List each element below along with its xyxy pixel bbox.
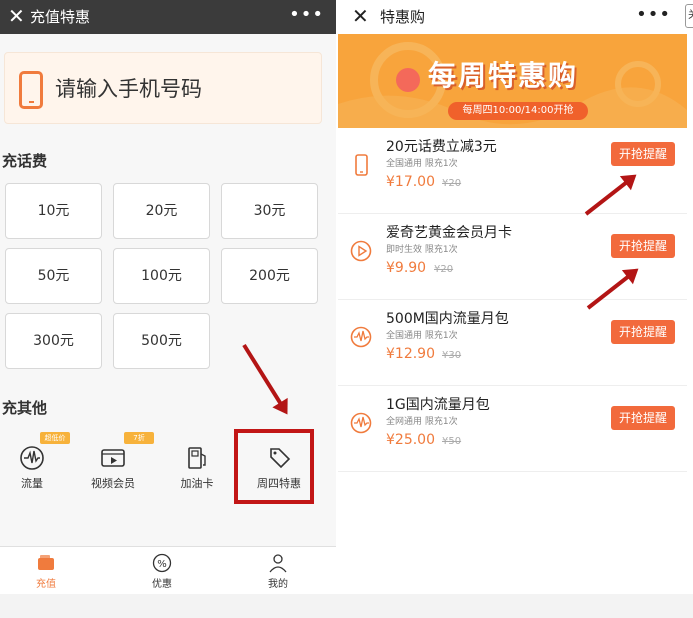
other-item-fuel-card[interactable]: 加油卡 [162,445,232,491]
video-player-icon [100,445,126,471]
user-icon [268,553,288,573]
mobile-phone-icon [19,71,43,109]
phone-input-placeholder: 请输入手机号码 [55,77,202,101]
annotation-arrow [242,343,286,411]
deal-item: 1G国内流量月包 全网通用 限充1次 ¥25.00 ¥50 开抢提醒 [338,386,687,472]
edge-button[interactable]: 关 [685,4,693,28]
system-bottom-strip [0,594,693,618]
more-menu-icon[interactable]: ••• [289,4,324,25]
deal-price: ¥12.90 [386,346,435,362]
remind-me-button[interactable]: 开抢提醒 [611,234,675,258]
deal-desc: 即时生效 限充1次 [386,245,458,255]
amount-option-20[interactable]: 20元 [113,183,210,239]
data-wave-icon [350,326,372,348]
deal-item: 20元话费立减3元 全国通用 限充1次 ¥17.00 ¥20 开抢提醒 [338,128,687,214]
amount-option-200[interactable]: 200元 [221,248,318,304]
deal-name: 20元话费立减3元 [386,139,497,155]
deal-name: 500M国内流量月包 [386,311,509,327]
tab-discount[interactable]: % 优惠 [132,553,192,590]
deal-item: 爱奇艺黄金会员月卡 即时生效 限充1次 ¥9.90 ¥20 开抢提醒 [338,214,687,300]
amount-option-30[interactable]: 30元 [221,183,318,239]
wallet-icon [36,553,56,573]
other-item-label: 视频会员 [91,477,135,490]
amount-option-300[interactable]: 300元 [5,313,102,369]
deal-price: ¥9.90 [386,260,427,276]
other-item-label: 流量 [21,477,43,490]
video-badge: 7折 [124,432,154,444]
page-title: 充值特惠 [30,8,91,26]
tab-mine[interactable]: 我的 [248,553,308,590]
other-item-video-vip[interactable]: 视频会员 [78,445,148,491]
svg-text:%: % [157,559,167,570]
deal-original-price: ¥50 [442,436,462,447]
deal-name: 爱奇艺黄金会员月卡 [386,225,512,241]
phone-icon [350,154,372,176]
topup-section-title: 充话费 [2,152,48,170]
promo-banner: 每周特惠购 每周四10:00/14:00开抢 [338,34,687,128]
tab-label: 我的 [268,579,288,590]
top-nav-bar: ✕ 充值特惠 ••• [0,0,336,34]
recharge-screen: ✕ 充值特惠 ••• 请输入手机号码 充话费 10元 20元 30元 50元 1… [0,0,336,618]
deal-price: ¥17.00 [386,174,435,190]
bottom-tab-bar: 充值 % 优惠 我的 [0,546,336,594]
play-icon [350,240,372,262]
other-item-label: 加油卡 [180,477,214,490]
tab-recharge[interactable]: 充值 [16,553,76,590]
deal-original-price: ¥20 [442,178,462,189]
amount-option-500[interactable]: 500元 [113,313,210,369]
banner-title: 每周特惠购 [428,59,579,92]
annotation-highlight-box [234,429,314,504]
close-icon[interactable]: ✕ [8,4,25,28]
deal-desc: 全国通用 限充1次 [386,159,458,169]
data-wave-icon [19,445,45,471]
remind-me-button[interactable]: 开抢提醒 [611,320,675,344]
close-icon[interactable]: ✕ [352,4,369,28]
other-item-data[interactable]: 流量 [0,445,67,491]
page-title: 特惠购 [380,8,426,26]
banner-subtitle: 每周四10:00/14:00开抢 [448,102,588,120]
remind-me-button[interactable]: 开抢提醒 [611,142,675,166]
top-nav-bar: ✕ 特惠购 ••• 关 [338,0,693,34]
deal-original-price: ¥30 [442,350,462,361]
tab-label: 优惠 [152,579,172,590]
amount-option-10[interactable]: 10元 [5,183,102,239]
flow-badge: 超低价 [40,432,70,444]
deal-desc: 全网通用 限充1次 [386,417,458,427]
amount-option-100[interactable]: 100元 [113,248,210,304]
deal-original-price: ¥20 [434,264,454,275]
weekly-deal-screen: ✕ 特惠购 ••• 关 每周特惠购 每周四10:00/14:00开抢 20元话费… [338,0,693,618]
amount-option-50[interactable]: 50元 [5,248,102,304]
remind-me-button[interactable]: 开抢提醒 [611,406,675,430]
other-section-title: 充其他 [2,399,48,417]
tab-label: 充值 [36,579,56,590]
deal-item: 500M国内流量月包 全国通用 限充1次 ¥12.90 ¥30 开抢提醒 [338,300,687,386]
fuel-pump-icon [184,445,210,471]
deal-desc: 全国通用 限充1次 [386,331,458,341]
deal-name: 1G国内流量月包 [386,397,490,413]
data-wave-icon [350,412,372,434]
phone-number-input[interactable]: 请输入手机号码 [4,52,322,124]
more-menu-icon[interactable]: ••• [636,4,671,25]
percent-icon: % [152,553,172,573]
deal-price: ¥25.00 [386,432,435,448]
